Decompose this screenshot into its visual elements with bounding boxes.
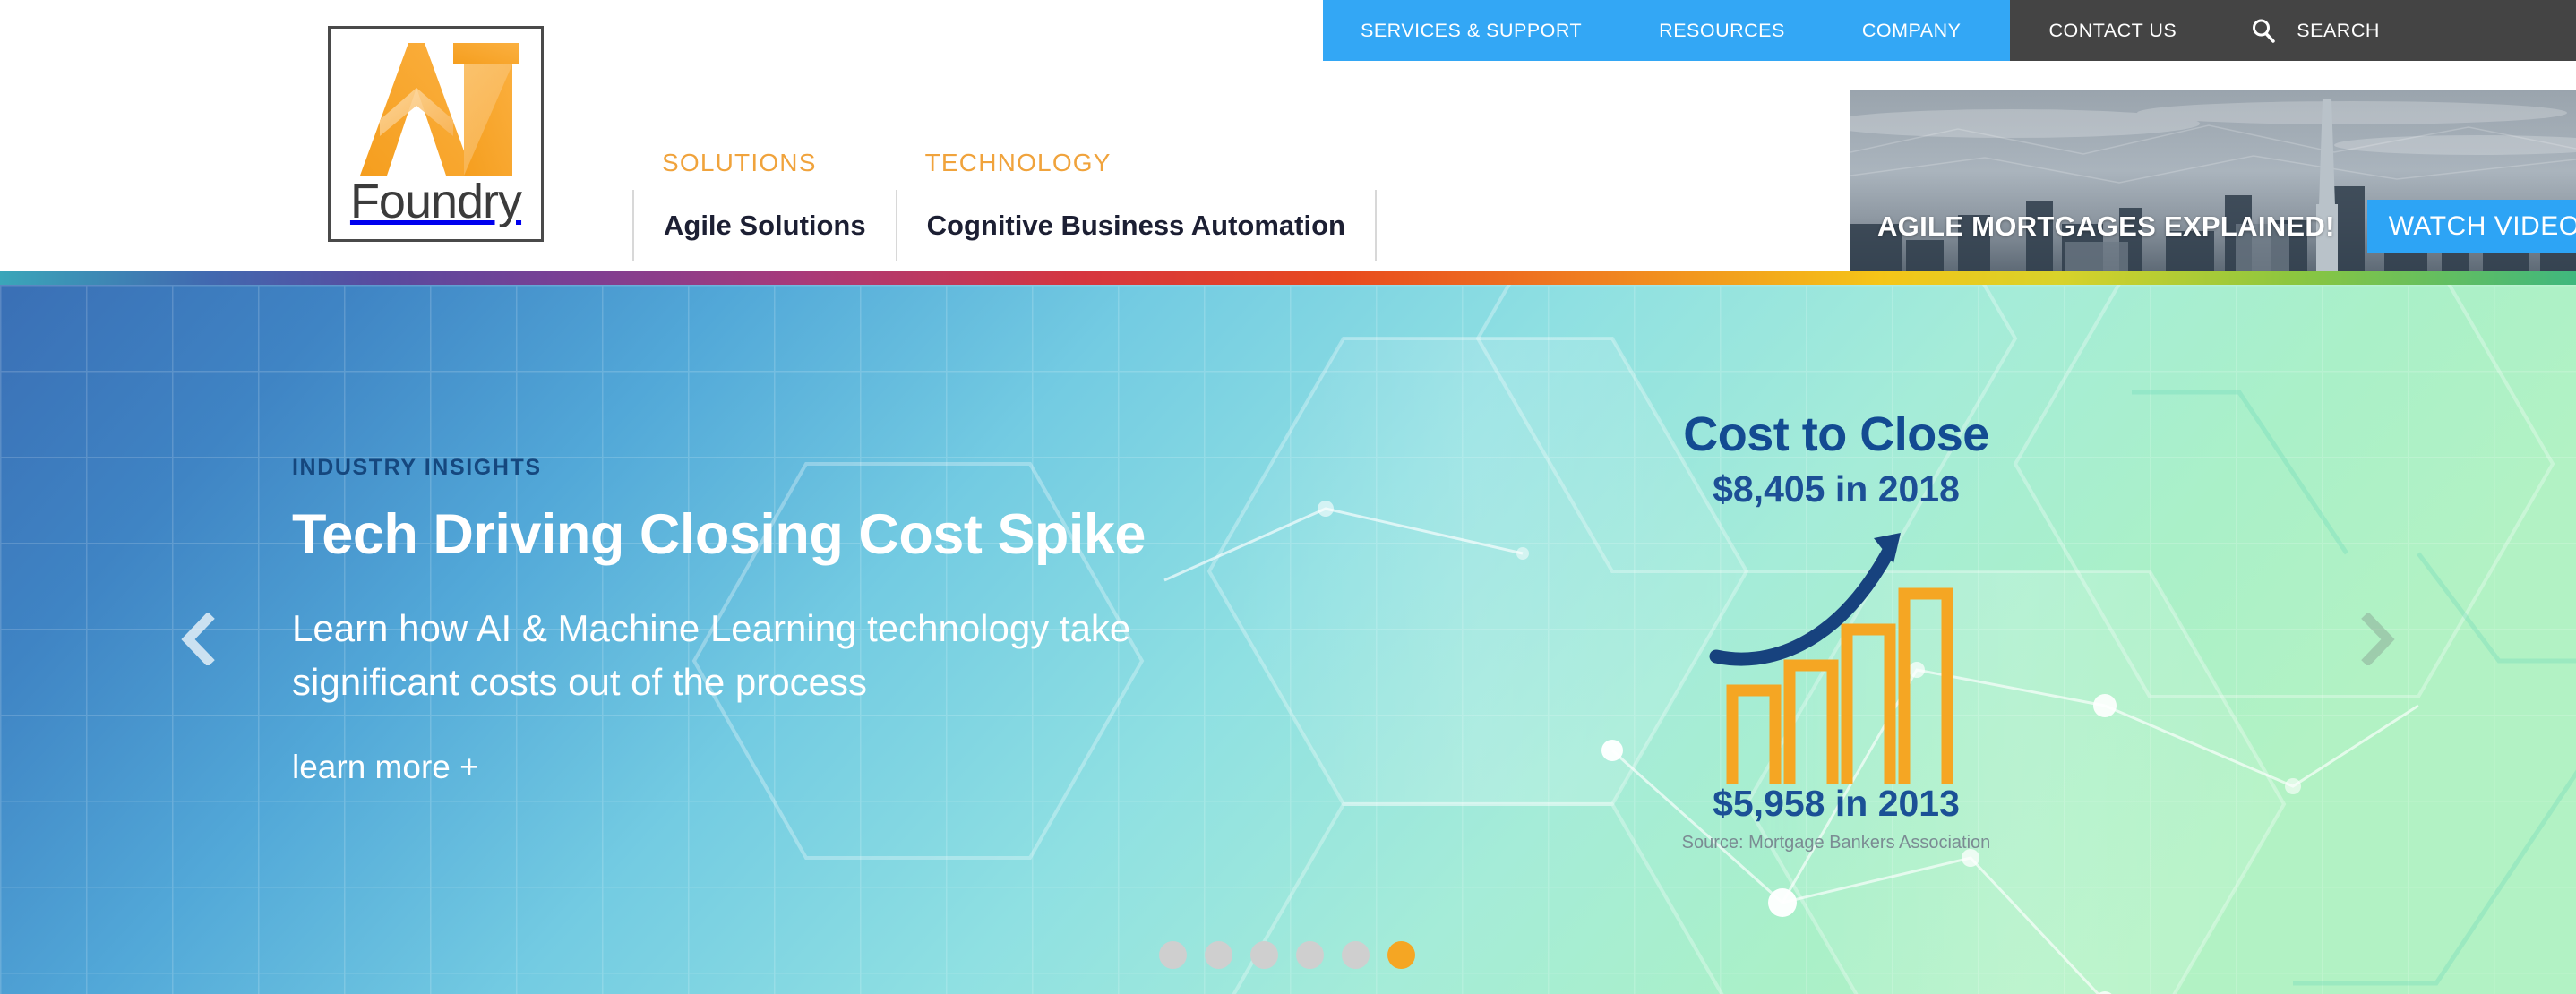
chevron-right-icon [2361, 613, 2395, 665]
promo-content: AGILE MORTGAGES EXPLAINED! WATCH VIDEO [1850, 182, 2576, 271]
carousel-dot-active[interactable] [1387, 941, 1415, 969]
utility-nav-secondary-group: CONTACT US SEARCH [2009, 0, 2576, 61]
carousel-dot[interactable] [1250, 941, 1278, 969]
page-root: INDUSTRY INSIGHTS Tech Driving Closing C… [0, 0, 2576, 994]
promo-headline: AGILE MORTGAGES EXPLAINED! [1877, 210, 2335, 242]
carousel-dot[interactable] [1296, 941, 1324, 969]
rainbow-divider [0, 271, 2576, 285]
carousel-next-button[interactable] [2348, 608, 2410, 671]
nav-item-cognitive-business-automation[interactable]: Cognitive Business Automation [895, 190, 1377, 261]
chart-annotation-bottom: $5,958 in 2013 [1713, 783, 1960, 824]
hero-kicker: INDUSTRY INSIGHTS [292, 455, 542, 480]
carousel-dot[interactable] [1205, 941, 1232, 969]
nav-resources[interactable]: RESOURCES [1659, 20, 1862, 42]
site-logo[interactable]: Foundry [328, 26, 544, 242]
nav-kicker-solutions: SOLUTIONS [662, 149, 817, 176]
hero-carousel: INDUSTRY INSIGHTS Tech Driving Closing C… [0, 285, 2576, 994]
bar-chart-graphic [1709, 533, 1953, 784]
ai-monogram-icon [359, 42, 519, 176]
cost-to-close-infographic: Cost to Close $8,405 in 2018 $5,958 in 2… [1585, 410, 2087, 992]
nav-column-technology: TECHNOLOGY Cognitive Business Automation [895, 149, 1377, 261]
chart-title: Cost to Close [1683, 407, 1989, 461]
chart-source: Source: Mortgage Bankers Association [1681, 833, 1991, 853]
search-control[interactable]: SEARCH [2250, 17, 2380, 44]
promo-banner[interactable]: AGILE MORTGAGES EXPLAINED! WATCH VIDEO [1850, 90, 2576, 271]
nav-column-solutions: SOLUTIONS Agile Solutions [632, 149, 896, 261]
nav-company[interactable]: COMPANY [1862, 20, 2010, 42]
nav-contact-us[interactable]: CONTACT US [2049, 20, 2217, 42]
nav-item-agile-solutions[interactable]: Agile Solutions [632, 190, 896, 261]
nav-kicker-technology: TECHNOLOGY [924, 149, 1112, 176]
watch-video-button[interactable]: WATCH VIDEO [2366, 200, 2576, 253]
hero-subtitle: Learn how AI & Machine Learning technolo… [292, 607, 1131, 703]
hero-slide-content: INDUSTRY INSIGHTS Tech Driving Closing C… [292, 455, 1367, 786]
chevron-left-icon [181, 613, 215, 665]
carousel-dot[interactable] [1159, 941, 1187, 969]
carousel-dot[interactable] [1342, 941, 1370, 969]
learn-more-link[interactable]: learn more + [292, 749, 479, 786]
utility-navigation: SERVICES & SUPPORT RESOURCES COMPANY CON… [1323, 0, 2576, 61]
main-navigation: SOLUTIONS Agile Solutions TECHNOLOGY Cog… [632, 149, 1377, 261]
carousel-prev-button[interactable] [166, 608, 228, 671]
search-icon [2253, 19, 2276, 43]
search-label: SEARCH [2297, 19, 2380, 41]
nav-services-and-support[interactable]: SERVICES & SUPPORT [1361, 20, 1659, 42]
nav-item-label: Agile Solutions [664, 210, 866, 241]
carousel-dots [1159, 941, 1415, 969]
logo-wordmark: Foundry [349, 174, 522, 228]
chart-annotation-top: $8,405 in 2018 [1713, 468, 1960, 510]
hero-title: Tech Driving Closing Cost Spike [292, 503, 1146, 566]
nav-item-label: Cognitive Business Automation [926, 210, 1345, 241]
utility-nav-primary-group: SERVICES & SUPPORT RESOURCES COMPANY [1323, 0, 2010, 61]
